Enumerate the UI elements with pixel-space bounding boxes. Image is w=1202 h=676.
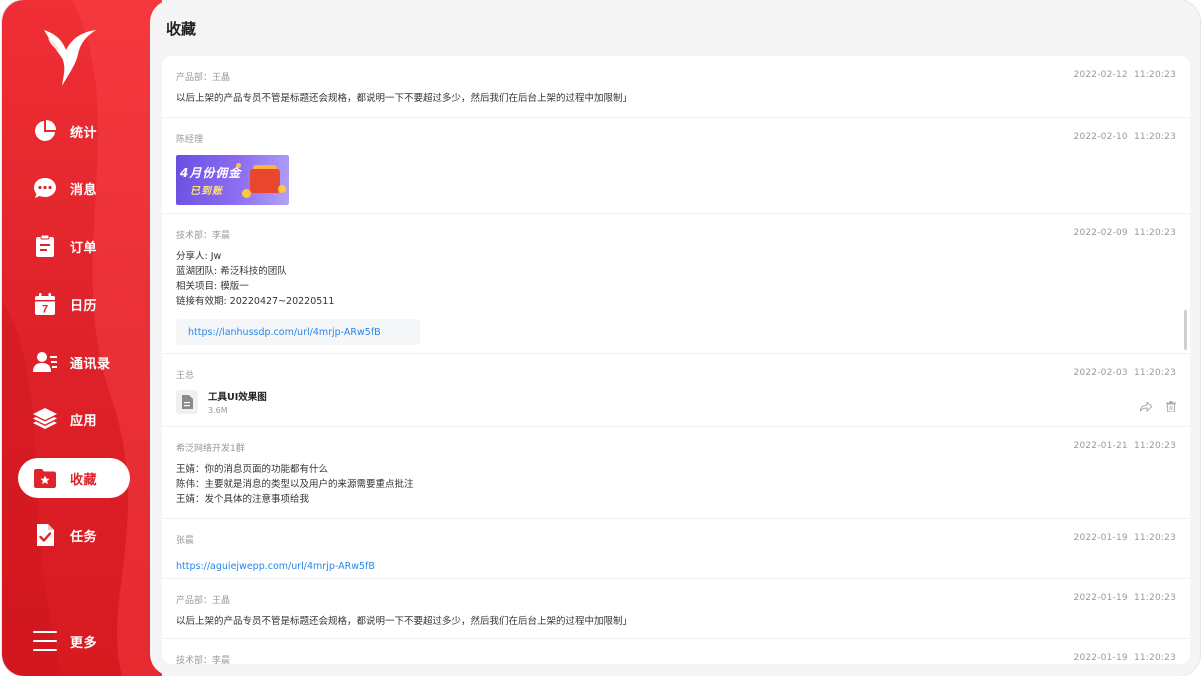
layers-icon bbox=[32, 406, 58, 432]
item-text-line: 蓝湖团队: 希泛科技的团队 bbox=[176, 266, 287, 277]
list-item[interactable]: 技术部：李晨 2022-01-19 11:20:23 bbox=[162, 639, 1190, 664]
coin-icon bbox=[278, 185, 286, 193]
bird-logo-icon bbox=[44, 30, 96, 86]
item-time: 11:20:23 bbox=[1133, 593, 1176, 603]
item-date: 2022-02-09 bbox=[1073, 228, 1128, 238]
item-time: 11:20:23 bbox=[1133, 70, 1176, 80]
chat-line: 王婧：你的消息页面的功能都有什么 bbox=[176, 464, 329, 475]
item-date: 2022-01-19 bbox=[1073, 593, 1128, 603]
treasure-chest-icon bbox=[250, 169, 280, 193]
share-link[interactable]: https://lanhussdp.com/url/4mrjp-ARw5fB bbox=[188, 327, 381, 338]
item-text-line: 链接有效期: 20220427~20220511 bbox=[176, 296, 335, 307]
sidebar-item-label: 收藏 bbox=[70, 472, 98, 488]
item-text-line: 相关项目: 模版一 bbox=[176, 281, 249, 292]
sidebar-item-orders[interactable]: 订单 bbox=[18, 226, 130, 266]
favorite-folder-icon bbox=[32, 465, 58, 491]
item-time: 11:20:23 bbox=[1133, 368, 1176, 378]
sidebar-item-statistics[interactable]: 统计 bbox=[18, 111, 130, 151]
item-time: 11:20:23 bbox=[1133, 533, 1176, 543]
chat-line: 陈伟：主要就是消息的类型以及用户的来源需要重点批注 bbox=[176, 479, 414, 490]
item-sender: 王总 bbox=[176, 371, 195, 381]
coin-icon bbox=[242, 189, 251, 198]
item-date: 2022-02-12 bbox=[1073, 70, 1128, 80]
app-window: 统计 消息 订单 7 日历 通讯录 应用 收藏 任务 更多 收藏 产品部：王晶 … bbox=[2, 0, 1200, 676]
document-icon bbox=[176, 390, 198, 414]
task-check-icon bbox=[32, 522, 58, 548]
item-sender: 产品部：王晶 bbox=[176, 73, 231, 83]
sidebar-background-wave bbox=[2, 0, 162, 676]
sidebar: 统计 消息 订单 7 日历 通讯录 应用 收藏 任务 更多 bbox=[2, 0, 162, 676]
item-time: 11:20:23 bbox=[1133, 132, 1176, 142]
sidebar-item-favorites[interactable]: 收藏 bbox=[18, 458, 130, 498]
item-text-line: 分享人: Jw bbox=[176, 251, 222, 262]
item-sender: 产品部：王晶 bbox=[176, 596, 231, 606]
sidebar-item-label: 应用 bbox=[70, 413, 98, 429]
sidebar-item-label: 订单 bbox=[70, 240, 98, 256]
calendar-icon: 7 bbox=[32, 291, 58, 317]
chat-bubble-icon bbox=[32, 175, 58, 201]
sidebar-item-tasks[interactable]: 任务 bbox=[18, 515, 130, 555]
item-sender: 技术部：李晨 bbox=[176, 656, 231, 664]
list-item[interactable]: 产品部：王晶 2022-01-19 11:20:23 以后上架的产品专员不管是标… bbox=[162, 579, 1190, 639]
commission-banner-image[interactable]: 4月份佣金 已到账 bbox=[176, 155, 289, 205]
item-date: 2022-02-10 bbox=[1073, 132, 1128, 142]
favorites-list[interactable]: 产品部：王晶 2022-02-12 11:20:23 以后上架的产品专员不管是标… bbox=[162, 56, 1190, 664]
scrollbar-thumb[interactable] bbox=[1184, 310, 1187, 350]
sidebar-item-label: 任务 bbox=[70, 529, 98, 545]
list-item[interactable]: 王总 2022-02-03 11:20:23 工具UI效果图 3.6M bbox=[162, 354, 1190, 427]
file-attachment[interactable]: 工具UI效果图 3.6M bbox=[176, 389, 1176, 415]
contacts-icon bbox=[32, 349, 58, 375]
share-link-box[interactable]: https://lanhussdp.com/url/4mrjp-ARw5fB bbox=[176, 319, 420, 345]
item-text: 以后上架的产品专员不管是标题还会规格，都说明一下不要超过多少，然后我们在后台上架… bbox=[176, 616, 633, 627]
sidebar-more-label: 更多 bbox=[70, 635, 98, 651]
sidebar-item-calendar[interactable]: 7 日历 bbox=[18, 284, 130, 324]
file-size: 3.6M bbox=[208, 406, 228, 415]
item-sender: 希泛网络开发1群 bbox=[176, 444, 245, 454]
banner-title: 4月份佣金 bbox=[180, 166, 242, 180]
page-title: 收藏 bbox=[166, 20, 197, 38]
file-name: 工具UI效果图 bbox=[208, 392, 267, 403]
sidebar-more-button[interactable]: 更多 bbox=[18, 621, 130, 661]
list-item[interactable]: 技术部：李晨 2022-02-09 11:20:23 分享人: Jw 蓝湖团队:… bbox=[162, 214, 1190, 354]
list-item[interactable]: 陈经理 2022-02-10 11:20:23 4月份佣金 已到账 bbox=[162, 118, 1190, 214]
sidebar-item-label: 统计 bbox=[70, 125, 98, 141]
calendar-day-number: 7 bbox=[42, 304, 48, 316]
menu-icon bbox=[32, 628, 58, 654]
item-date: 2022-01-19 bbox=[1073, 533, 1128, 543]
pie-chart-icon bbox=[32, 118, 58, 144]
chat-line: 王婧：发个具体的注意事项给我 bbox=[176, 494, 310, 505]
item-time: 11:20:23 bbox=[1133, 653, 1176, 663]
list-item[interactable]: 希泛网络开发1群 2022-01-21 11:20:23 王婧：你的消息页面的功… bbox=[162, 427, 1190, 519]
clipboard-icon bbox=[32, 233, 58, 259]
sidebar-item-label: 通讯录 bbox=[70, 356, 111, 372]
item-sender: 陈经理 bbox=[176, 135, 204, 145]
item-time: 11:20:23 bbox=[1133, 228, 1176, 238]
item-sender: 技术部：李晨 bbox=[176, 231, 231, 241]
sidebar-item-label: 日历 bbox=[70, 298, 98, 314]
item-date: 2022-01-19 bbox=[1073, 653, 1128, 663]
item-sender: 张晨 bbox=[176, 536, 195, 546]
list-item[interactable]: 张晨 2022-01-19 11:20:23 https://aguiejwep… bbox=[162, 519, 1190, 579]
coin-icon bbox=[236, 163, 241, 168]
list-item[interactable]: 产品部：王晶 2022-02-12 11:20:23 以后上架的产品专员不管是标… bbox=[162, 56, 1190, 118]
sidebar-item-messages[interactable]: 消息 bbox=[18, 168, 130, 208]
trash-icon[interactable] bbox=[1166, 397, 1176, 416]
banner-subtitle: 已到账 bbox=[190, 186, 223, 197]
item-date: 2022-01-21 bbox=[1073, 441, 1128, 451]
item-date: 2022-02-03 bbox=[1073, 368, 1128, 378]
main-content: 收藏 产品部：王晶 2022-02-12 11:20:23 以后上架的产品专员不… bbox=[150, 0, 1200, 676]
sidebar-item-apps[interactable]: 应用 bbox=[18, 399, 130, 439]
share-forward-icon[interactable] bbox=[1139, 397, 1153, 416]
item-time: 11:20:23 bbox=[1133, 441, 1176, 451]
sidebar-item-label: 消息 bbox=[70, 182, 98, 198]
item-text: 以后上架的产品专员不管是标题还会规格，都说明一下不要超过多少，然后我们在后台上架… bbox=[176, 93, 633, 104]
sidebar-item-contacts[interactable]: 通讯录 bbox=[18, 342, 130, 382]
item-link[interactable]: https://aguiejwepp.com/url/4mrjp-ARw5fB bbox=[176, 561, 375, 572]
